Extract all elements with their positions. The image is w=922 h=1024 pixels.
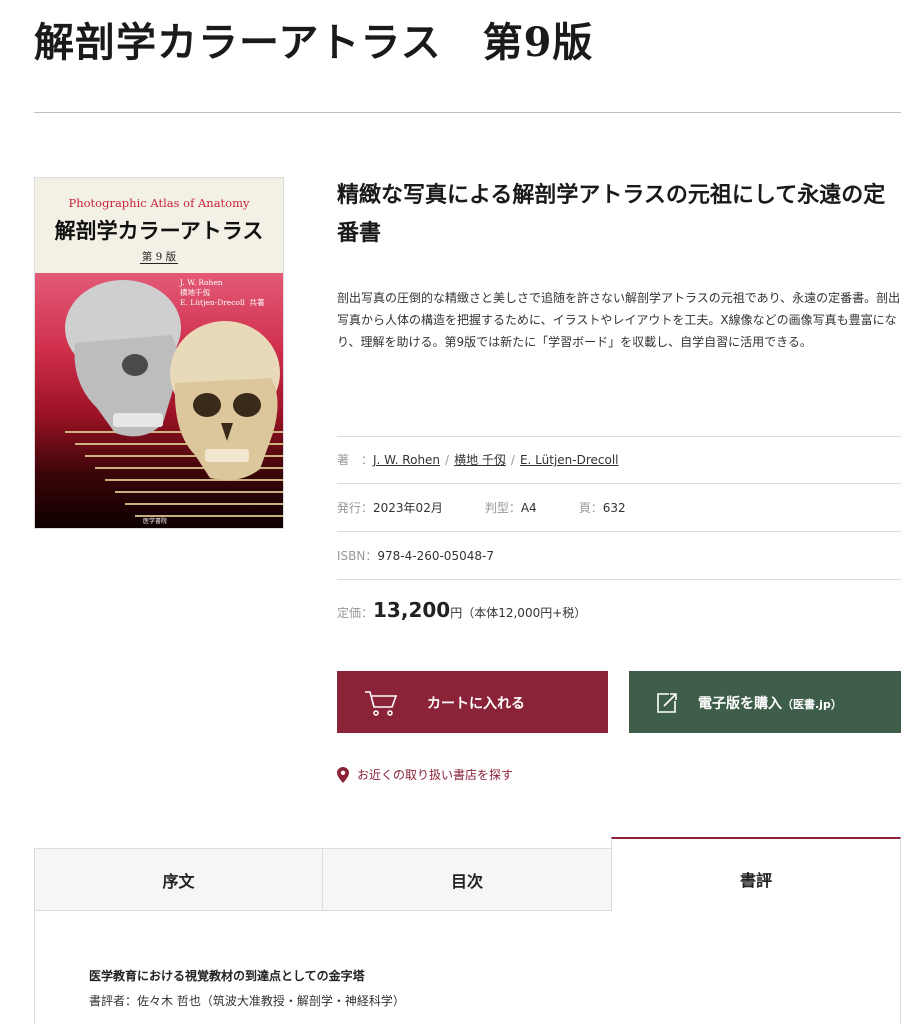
cover-title-jp: 解剖学カラーアトラス bbox=[54, 218, 264, 243]
cover-authors: J. W. Rohen 横地千仭 E. Lütjen-Drecoll 共著 bbox=[180, 278, 265, 307]
buy-ebook-button[interactable]: 電子版を購入（医書.jp） bbox=[629, 671, 901, 733]
pages-label: 頁： bbox=[578, 501, 603, 515]
cover-publisher: 医学書院 bbox=[143, 518, 168, 525]
review-title: 医学教育における視覚教材の到達点としての金字塔 bbox=[89, 969, 365, 983]
ebook-button-label: 電子版を購入（医書.jp） bbox=[698, 696, 842, 712]
skull-illustration bbox=[65, 280, 283, 517]
cart-button-label: カートに入れる bbox=[427, 696, 525, 712]
cover-skull-artwork bbox=[35, 273, 283, 528]
cover-title-en: Photographic Atlas of Anatomy bbox=[68, 196, 250, 210]
author-link-lutjen-drecoll[interactable]: E. Lütjen-Drecoll bbox=[520, 453, 619, 467]
issued-date: 2023年02月 bbox=[373, 501, 443, 515]
pages-value: 632 bbox=[602, 501, 626, 515]
format-value: A4 bbox=[520, 501, 537, 515]
price-value: 13,200 bbox=[373, 598, 451, 622]
meta-divider bbox=[337, 531, 901, 532]
price-note: （本体12,000円+税） bbox=[462, 606, 587, 620]
book-cover-image: Photographic Atlas of Anatomy 解剖学カラーアトラス… bbox=[34, 177, 284, 529]
price-label: 定価： bbox=[337, 606, 374, 620]
issued-label: 発行： bbox=[337, 501, 374, 515]
meta-price-row: 定価：13,200円（本体12,000円+税） bbox=[337, 598, 901, 622]
add-to-cart-button[interactable]: カートに入れる bbox=[337, 671, 608, 733]
catch-copy: 精緻な写真による解剖学アトラスの元祖にして永遠の定番書 bbox=[337, 182, 886, 246]
cover-edition: 第 9 版 bbox=[139, 251, 179, 264]
title-divider bbox=[34, 112, 901, 113]
page-title: 解剖学カラーアトラス 第9版 bbox=[34, 19, 594, 66]
meta-publication-row: 発行：2023年02月 判型：A4 頁：632 bbox=[337, 499, 901, 516]
cart-icon bbox=[365, 691, 398, 716]
isbn-label: ISBN： bbox=[337, 549, 378, 563]
review-author: 書評者：佐々木 哲也（筑波大准教授・解剖学・神経科学） bbox=[89, 994, 405, 1008]
meta-divider bbox=[337, 483, 901, 484]
price-unit: 円 bbox=[450, 606, 463, 620]
meta-divider bbox=[337, 436, 901, 437]
author-separator: / bbox=[510, 453, 515, 467]
tab-preface[interactable]: 序文 bbox=[34, 848, 323, 911]
book-description: 剖出写真の圧倒的な精緻さと美しさで追随を許さない解剖学アトラスの元祖であり、永遠… bbox=[337, 291, 901, 349]
isbn-value: 978-4-260-05048-7 bbox=[377, 549, 494, 563]
tab-review[interactable]: 書評 bbox=[611, 837, 901, 911]
author-separator: / bbox=[445, 453, 450, 467]
author-link-yokochi[interactable]: 横地 千仭 bbox=[454, 453, 506, 467]
meta-divider bbox=[337, 579, 901, 580]
author-link-rohen[interactable]: J. W. Rohen bbox=[373, 453, 440, 467]
meta-isbn-row: ISBN：978-4-260-05048-7 bbox=[337, 547, 901, 564]
tab-contents[interactable]: 目次 bbox=[322, 848, 612, 911]
authors-label: 著 ： bbox=[337, 453, 374, 467]
location-pin-icon bbox=[337, 766, 349, 783]
find-store-label: お近くの取り扱い書店を探す bbox=[357, 768, 514, 782]
external-link-icon bbox=[657, 693, 677, 713]
meta-authors-row: 著 ：J. W. Rohen / 横地 千仭 / E. Lütjen-Drecoll bbox=[337, 451, 901, 468]
format-label: 判型： bbox=[484, 501, 521, 515]
find-store-link[interactable]: お近くの取り扱い書店を探す bbox=[337, 766, 513, 783]
content-tabs: 序文 目次 書評 医学教育における視覚教材の到達点としての金字塔 書評者：佐々木… bbox=[34, 837, 901, 1024]
